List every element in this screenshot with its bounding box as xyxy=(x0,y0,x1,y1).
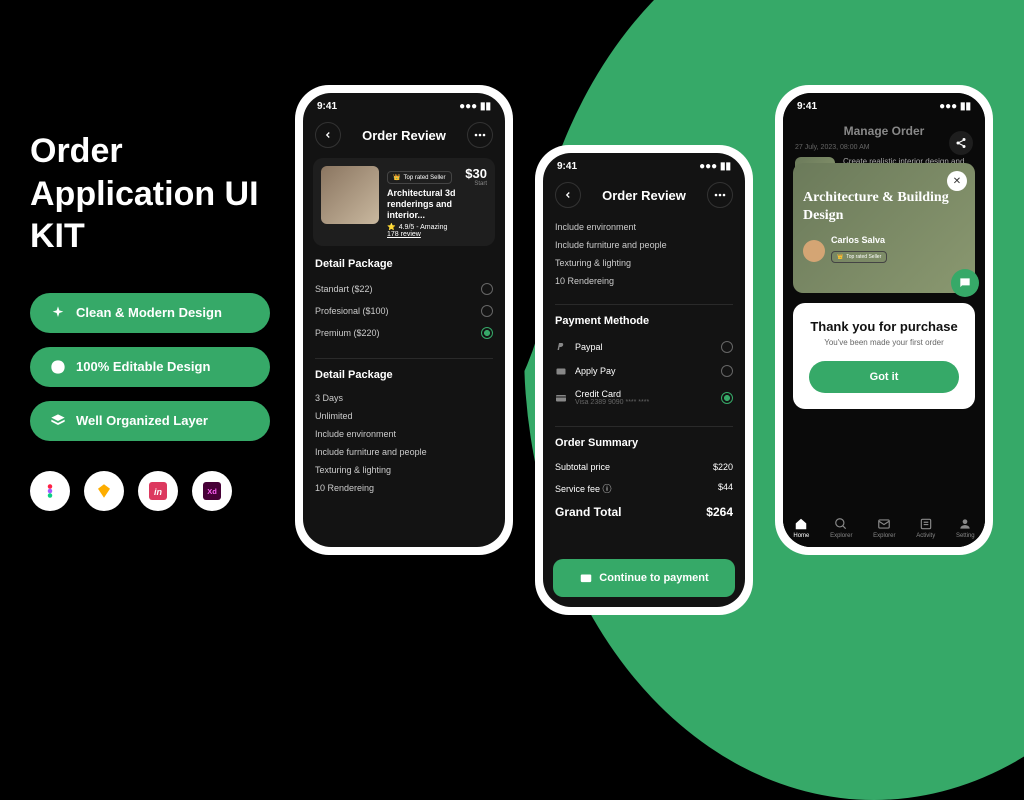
status-bar: 9:41 ●●● ▮▮ xyxy=(543,153,745,176)
signal-icons: ●●● ▮▮ xyxy=(699,161,731,172)
radio-icon xyxy=(481,283,493,295)
payment-option[interactable]: Credit Card Visa 2389 9090 **** **** xyxy=(555,383,733,412)
section-title: Payment Methode xyxy=(555,315,733,327)
back-button[interactable] xyxy=(555,182,581,208)
reviews-link[interactable]: 178 review xyxy=(387,231,457,238)
page-title: Order Review xyxy=(362,128,446,143)
modal-subtitle: You've been made your first order xyxy=(809,338,959,347)
radio-icon xyxy=(721,341,733,353)
card-title: Architecture & Building Design xyxy=(803,189,965,225)
edit-icon xyxy=(50,359,66,375)
nav-setting[interactable]: Setting xyxy=(956,517,975,539)
nav-activity[interactable]: Activity xyxy=(916,517,935,539)
detail-item: 3 Days xyxy=(315,389,493,407)
phone-mockup-2: 9:41 ●●● ▮▮ Order Review Include environ… xyxy=(535,145,753,615)
detail-item: Unlimited xyxy=(315,407,493,425)
avatar xyxy=(803,240,825,262)
seller-badge: 👑 Top rated Seller xyxy=(387,171,452,184)
figma-icon xyxy=(30,471,70,511)
signal-icons: ●●● ▮▮ xyxy=(939,101,971,112)
seller-badge: 👑 Top rated Seller xyxy=(831,251,887,263)
more-button[interactable] xyxy=(707,182,733,208)
summary-row: Subtotal price$220 xyxy=(555,457,733,477)
chat-fab[interactable] xyxy=(951,269,979,297)
section-title: Detail Package xyxy=(315,369,493,381)
phone-mockup-1: 9:41 ●●● ▮▮ Order Review 👑 Top rated Sel… xyxy=(295,85,513,555)
sketch-icon xyxy=(84,471,124,511)
hero-card[interactable]: ✕ Architecture & Building Design Carlos … xyxy=(793,163,975,293)
success-modal: Thank you for purchase You've been made … xyxy=(793,303,975,409)
grand-total: Grand Total$264 xyxy=(555,500,733,524)
product-title: Architectural 3d renderings and interior… xyxy=(387,188,457,220)
share-button[interactable] xyxy=(949,131,973,155)
radio-icon xyxy=(721,392,733,404)
nav-home[interactable]: Home xyxy=(793,517,809,539)
gotit-button[interactable]: Got it xyxy=(809,361,959,393)
credit-card-icon xyxy=(555,392,567,404)
price: $30 xyxy=(465,166,487,181)
section-title: Order Summary xyxy=(555,437,733,449)
svg-text:in: in xyxy=(154,486,163,496)
svg-text:Xd: Xd xyxy=(207,487,217,496)
invision-icon: in xyxy=(138,471,178,511)
package-option[interactable]: Premium ($220) xyxy=(315,322,493,344)
layers-icon xyxy=(50,413,66,429)
phone-mockup-3: 9:41 ●●● ▮▮ Manage Order 27 July, 2023, … xyxy=(775,85,993,555)
close-button[interactable]: ✕ xyxy=(947,171,967,191)
page-title: Order Review xyxy=(602,188,686,203)
payment-option[interactable]: Apply Pay xyxy=(555,359,733,383)
bottom-nav: Home Explorer Explorer Activity Setting xyxy=(783,509,985,547)
product-image xyxy=(321,166,379,224)
sparkle-icon xyxy=(50,305,66,321)
paypal-icon xyxy=(555,341,567,353)
package-option[interactable]: Profesional ($100) xyxy=(315,300,493,322)
detail-item: 10 Rendereing xyxy=(315,479,493,497)
rating: ⭐ 4.9/5 - Amazing xyxy=(387,223,457,231)
nav-explorer[interactable]: Explorer xyxy=(830,517,852,539)
detail-item: Include furniture and people xyxy=(315,443,493,461)
feature-pill: Well Organized Layer xyxy=(30,401,270,441)
detail-item: Texturing & lighting xyxy=(555,254,733,272)
detail-item: 10 Rendereing xyxy=(555,272,733,290)
promo-panel: Order Application UI KIT Clean & Modern … xyxy=(30,130,270,511)
status-bar: 9:41 ●●● ▮▮ xyxy=(303,93,505,116)
back-button[interactable] xyxy=(315,122,341,148)
detail-item: Include furniture and people xyxy=(555,236,733,254)
section-title: Detail Package xyxy=(315,258,493,270)
feature-pill: Clean & Modern Design xyxy=(30,293,270,333)
status-bar: 9:41 ●●● ▮▮ xyxy=(783,93,985,116)
radio-icon xyxy=(721,365,733,377)
product-card[interactable]: 👑 Top rated Seller Architectural 3d rend… xyxy=(313,158,495,246)
detail-item: Include environment xyxy=(555,218,733,236)
radio-icon xyxy=(481,305,493,317)
feature-pill: 100% Editable Design xyxy=(30,347,270,387)
package-option[interactable]: Standart ($22) xyxy=(315,278,493,300)
radio-icon xyxy=(481,327,493,339)
seller-info: Carlos Salva 👑 Top rated Seller xyxy=(803,235,965,267)
continue-button[interactable]: Continue to payment xyxy=(553,559,735,597)
promo-title: Order Application UI KIT xyxy=(30,130,270,258)
nav-explorer2[interactable]: Explorer xyxy=(873,517,895,539)
wallet-icon xyxy=(579,571,593,585)
more-button[interactable] xyxy=(467,122,493,148)
signal-icons: ●●● ▮▮ xyxy=(459,101,491,112)
tools-row: in Xd xyxy=(30,471,270,511)
payment-option[interactable]: Paypal xyxy=(555,335,733,359)
detail-item: Texturing & lighting xyxy=(315,461,493,479)
modal-title: Thank you for purchase xyxy=(809,319,959,334)
summary-row: Service fee ⓘ$44 xyxy=(555,477,733,500)
xd-icon: Xd xyxy=(192,471,232,511)
detail-item: Include environment xyxy=(315,425,493,443)
apple-pay-icon xyxy=(555,365,567,377)
